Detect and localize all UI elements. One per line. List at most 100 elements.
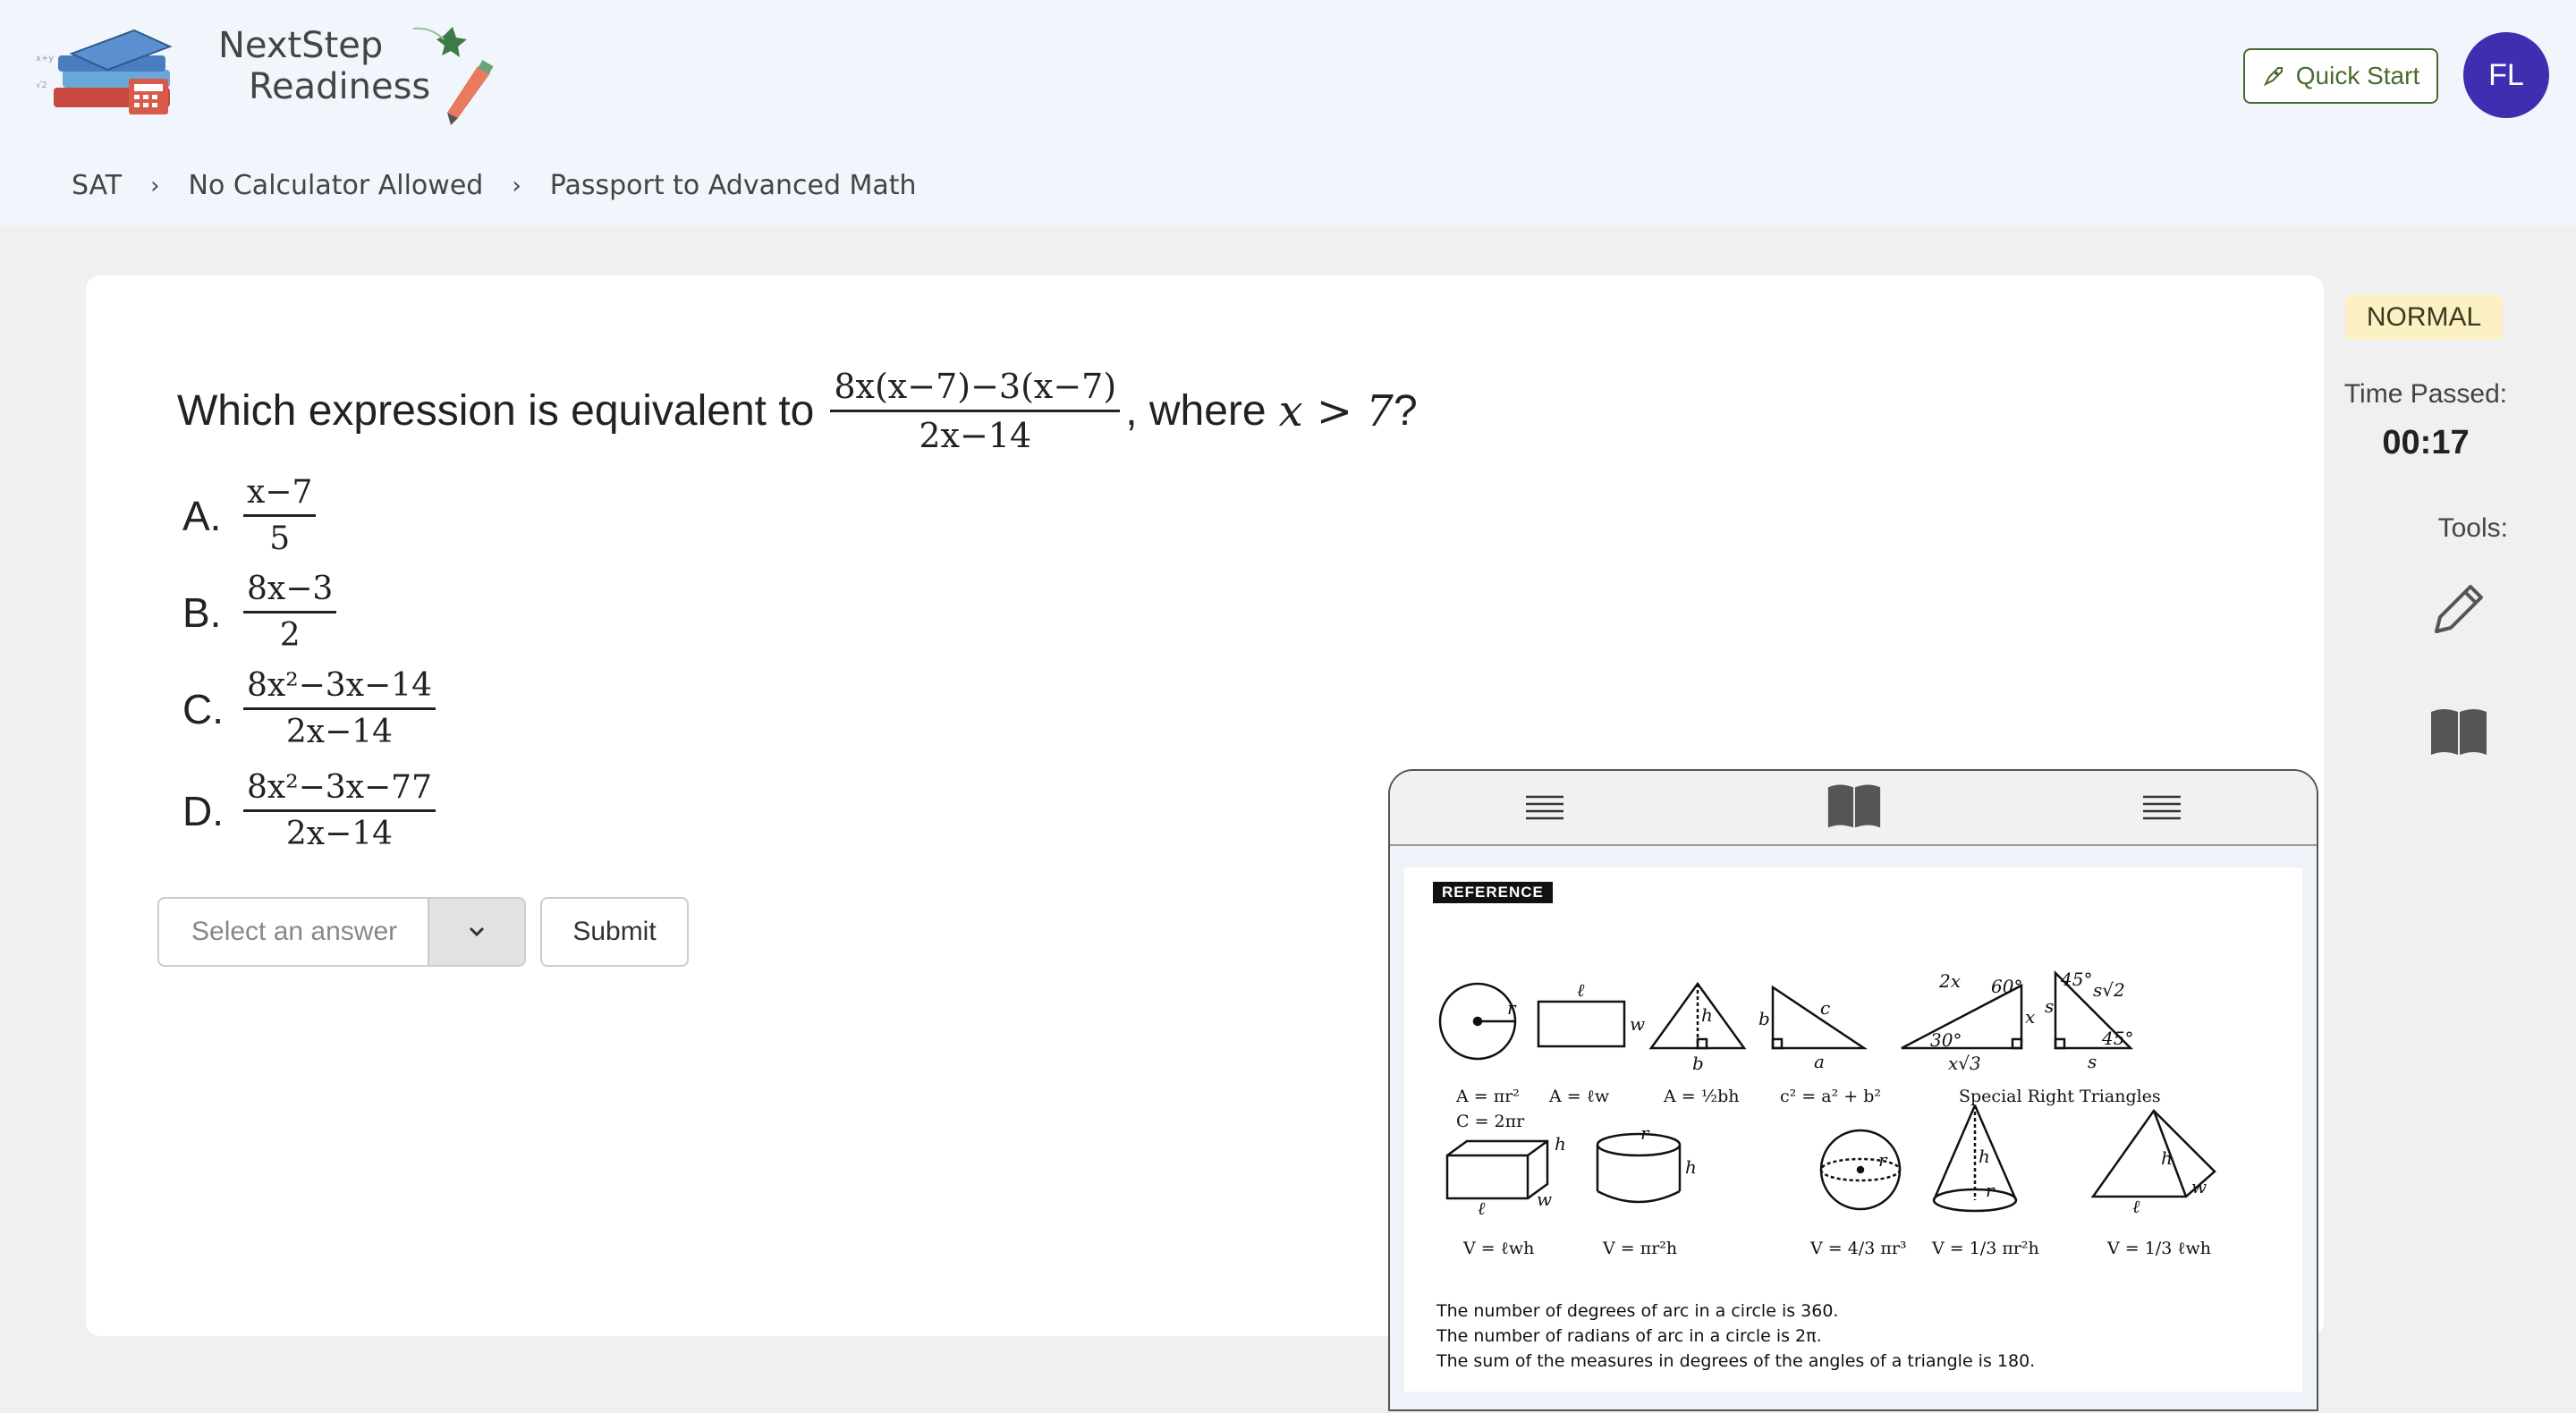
option-denominator: 5	[269, 520, 291, 557]
svg-text:x+y: x+y	[36, 54, 54, 63]
sphere-diagram	[1819, 1129, 1902, 1211]
svg-text:h: h	[1979, 1146, 1990, 1167]
option-numerator: 8x²−3x−14	[243, 667, 436, 710]
mode-badge: NORMAL	[2345, 295, 2503, 340]
time-label: Time Passed:	[2343, 379, 2508, 409]
pencil-icon[interactable]	[2429, 580, 2487, 639]
option-fraction: 8x²−3x−77 2x−14	[243, 769, 436, 852]
svg-text:s√2: s√2	[2093, 979, 2125, 1001]
svg-text:s: s	[2088, 1051, 2097, 1072]
option-fraction: x−7 5	[243, 474, 317, 557]
option-denominator: 2x−14	[285, 816, 394, 852]
svg-text:b: b	[1692, 1053, 1704, 1074]
reference-diagrams: r ℓ w h b b c a 2x 60° x 30° x√3 s 45° s…	[1438, 969, 2216, 1258]
formula-tri-area: A = ½bh	[1663, 1087, 1740, 1106]
reference-title: REFERENCE	[1433, 882, 1553, 903]
question-condition: x > 7	[1278, 385, 1394, 436]
reference-note: The number of degrees of arc in a circle…	[1436, 1301, 1839, 1321]
avatar[interactable]: FL	[2463, 32, 2549, 118]
option-fraction: 8x−3 2	[243, 571, 337, 654]
svg-text:r: r	[1507, 997, 1517, 1019]
option-denominator: 2x−14	[285, 714, 394, 750]
formula-sphere-vol: V = 4/3 πr³	[1809, 1239, 1907, 1258]
formula-pyramid-vol: V = 1/3 ℓwh	[2106, 1239, 2211, 1258]
svg-text:√2: √2	[36, 80, 47, 90]
svg-text:w: w	[1630, 1013, 1645, 1035]
menu-icon[interactable]	[2143, 794, 2181, 821]
svg-text:45°: 45°	[2101, 1028, 2133, 1049]
svg-text:a: a	[1814, 1051, 1825, 1072]
cylinder-diagram	[1596, 1132, 1682, 1204]
option-letter: D.	[182, 787, 224, 834]
svg-text:2x: 2x	[1938, 970, 1961, 992]
breadcrumb-item-no-calculator[interactable]: No Calculator Allowed	[189, 170, 484, 201]
chevron-down-icon[interactable]	[428, 899, 524, 965]
option-b[interactable]: B. 8x−3 2	[182, 571, 342, 654]
formula-special: Special Right Triangles	[1959, 1087, 2161, 1106]
svg-text:b: b	[1758, 1008, 1770, 1029]
chevron-right-icon: ›	[150, 172, 160, 199]
svg-text:30°: 30°	[1930, 1029, 1962, 1051]
reference-panel[interactable]: REFERENCE r ℓ w h b b c a 2x 60° x 30° x…	[1388, 769, 2318, 1411]
reference-note: The sum of the measures in degrees of th…	[1436, 1351, 2036, 1371]
svg-text:w: w	[1537, 1189, 1552, 1210]
tools-label: Tools:	[2437, 513, 2508, 543]
triangle-diagram	[1648, 981, 1747, 1050]
svg-text:45°: 45°	[2060, 969, 2092, 990]
formula-cone-vol: V = 1/3 πr²h	[1931, 1239, 2039, 1258]
reference-notes: The number of degrees of arc in a circle…	[1436, 1299, 2035, 1374]
svg-text:ℓ: ℓ	[2132, 1196, 2140, 1217]
right-triangle-diagram	[1771, 985, 1868, 1050]
question-fraction: 8x(x−7)−3(x−7) 2x−14	[830, 367, 1121, 455]
option-d[interactable]: D. 8x²−3x−77 2x−14	[182, 769, 441, 852]
quick-start-button[interactable]: Quick Start	[2243, 48, 2438, 104]
header: x+y √2 NextStep Readiness Quick Start FL…	[0, 0, 2576, 225]
option-letter: B.	[182, 588, 222, 636]
svg-text:h: h	[1685, 1156, 1697, 1178]
svg-text:x: x	[2025, 1006, 2035, 1028]
question-prefix: Which expression is equivalent to	[177, 387, 815, 435]
option-numerator: 8x−3	[243, 571, 337, 613]
svg-text:s: s	[2045, 995, 2054, 1017]
answer-select[interactable]: Select an answer	[157, 897, 526, 967]
option-fraction: 8x²−3x−14 2x−14	[243, 667, 436, 750]
svg-text:r: r	[1640, 1122, 1650, 1144]
books-logo-icon: x+y √2	[36, 29, 173, 114]
formula-circle-area: A = πr²	[1455, 1087, 1520, 1106]
svg-text:h: h	[1555, 1133, 1566, 1155]
submit-button[interactable]: Submit	[540, 897, 689, 967]
pen-logo-icon	[412, 27, 494, 125]
question-text: Which expression is equivalent to 8x(x−7…	[177, 367, 1418, 455]
option-numerator: 8x²−3x−77	[243, 769, 436, 812]
svg-text:60°: 60°	[1991, 976, 2022, 997]
breadcrumb-item-sat[interactable]: SAT	[72, 170, 122, 201]
menu-icon[interactable]	[1526, 794, 1563, 821]
option-numerator: x−7	[243, 474, 317, 517]
question-numerator: 8x(x−7)−3(x−7)	[830, 367, 1121, 412]
option-denominator: 2	[279, 617, 301, 654]
svg-text:x√3: x√3	[1948, 1053, 1981, 1074]
answer-select-placeholder: Select an answer	[191, 917, 398, 946]
option-a[interactable]: A. x−7 5	[182, 474, 321, 557]
formula-rect-area: A = ℓw	[1548, 1087, 1610, 1106]
question-end: ?	[1393, 387, 1418, 435]
svg-text:w: w	[2191, 1176, 2207, 1197]
book-icon[interactable]	[2429, 706, 2488, 757]
book-icon[interactable]	[1826, 782, 1882, 830]
breadcrumb: SAT › No Calculator Allowed › Passport t…	[72, 170, 917, 201]
rectangle-diagram	[1537, 1000, 1626, 1048]
option-letter: C.	[182, 685, 224, 732]
logo-line-2: Readiness	[249, 66, 431, 107]
logo-line-1: NextStep	[218, 25, 384, 66]
chevron-right-icon: ›	[512, 172, 521, 199]
svg-text:c: c	[1820, 997, 1830, 1019]
time-value: 00:17	[2382, 424, 2470, 461]
formula-pyth: c² = a² + b²	[1780, 1087, 1881, 1106]
question-suffix: , where	[1125, 387, 1267, 435]
logo-wordmark: NextStep Readiness	[218, 25, 430, 107]
cone-diagram	[1932, 1104, 2018, 1213]
rocket-icon	[2263, 67, 2283, 87]
formula-box-vol: V = ℓwh	[1462, 1239, 1534, 1258]
option-c[interactable]: C. 8x²−3x−14 2x−14	[182, 667, 441, 750]
reference-panel-toolbar[interactable]	[1390, 771, 2317, 846]
